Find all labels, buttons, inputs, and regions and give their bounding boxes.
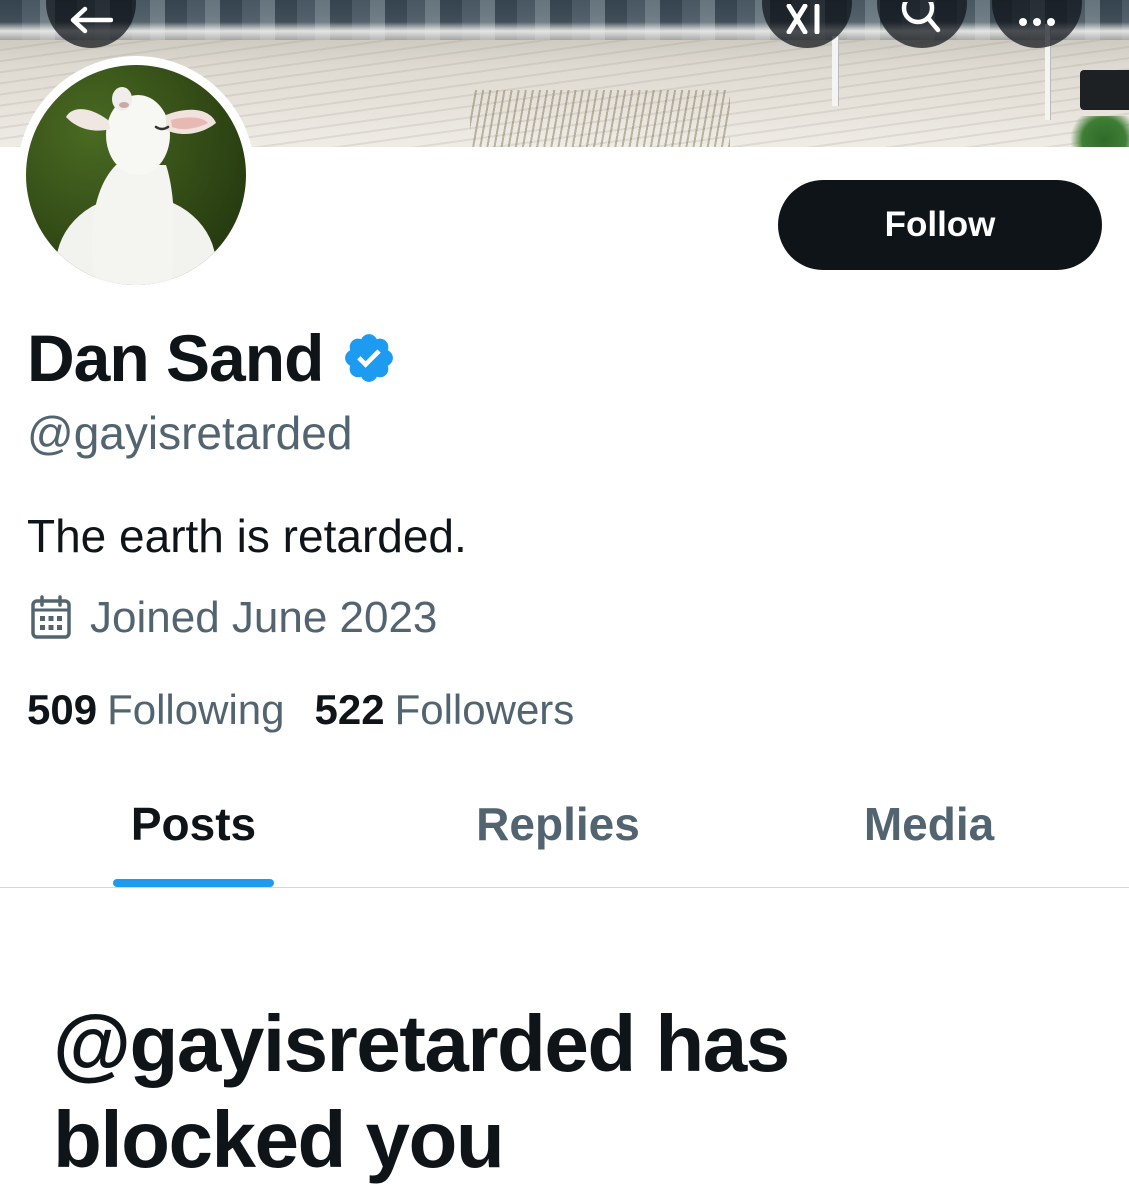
verified-badge-icon[interactable] (341, 330, 397, 386)
avatar-image (26, 65, 246, 285)
following-label: Following (107, 686, 285, 733)
blocked-message: @gayisretarded has blocked you (53, 999, 790, 1184)
banner-bin (1080, 70, 1129, 110)
profile-name-row: Dan Sand (27, 322, 397, 394)
profile-bio: The earth is retarded. (27, 510, 467, 562)
profile-handle: @gayisretarded (27, 407, 353, 459)
active-tab-indicator (113, 879, 274, 887)
following-link[interactable]: 509 Following (27, 684, 285, 736)
goat-avatar-icon (56, 87, 216, 285)
banner-post (832, 36, 838, 106)
search-icon (901, 2, 941, 33)
calendar-icon (31, 595, 71, 639)
following-count: 509 (27, 686, 98, 733)
profile-tabs: Posts Replies Media (0, 760, 1129, 888)
joined-date: Joined June 2023 (90, 593, 438, 642)
followers-link[interactable]: 522 Followers (315, 684, 575, 736)
profile-name: Dan Sand (27, 321, 324, 395)
tab-media[interactable]: Media (790, 760, 1068, 887)
tab-posts[interactable]: Posts (57, 760, 330, 887)
banner-bush (1062, 116, 1129, 147)
followers-label: Followers (394, 686, 575, 733)
avatar[interactable] (17, 56, 255, 294)
more-horizontal-icon (1019, 18, 1055, 26)
tab-replies[interactable]: Replies (420, 760, 696, 887)
joined-row: Joined June 2023 (30, 590, 437, 646)
arrow-left-icon (70, 6, 113, 34)
profile-stats: 509 Following 522 Followers (27, 684, 574, 736)
follow-button[interactable]: Follow (778, 180, 1102, 270)
followers-count: 522 (314, 686, 385, 733)
grok-icon (786, 4, 820, 34)
banner-grass (470, 90, 730, 147)
